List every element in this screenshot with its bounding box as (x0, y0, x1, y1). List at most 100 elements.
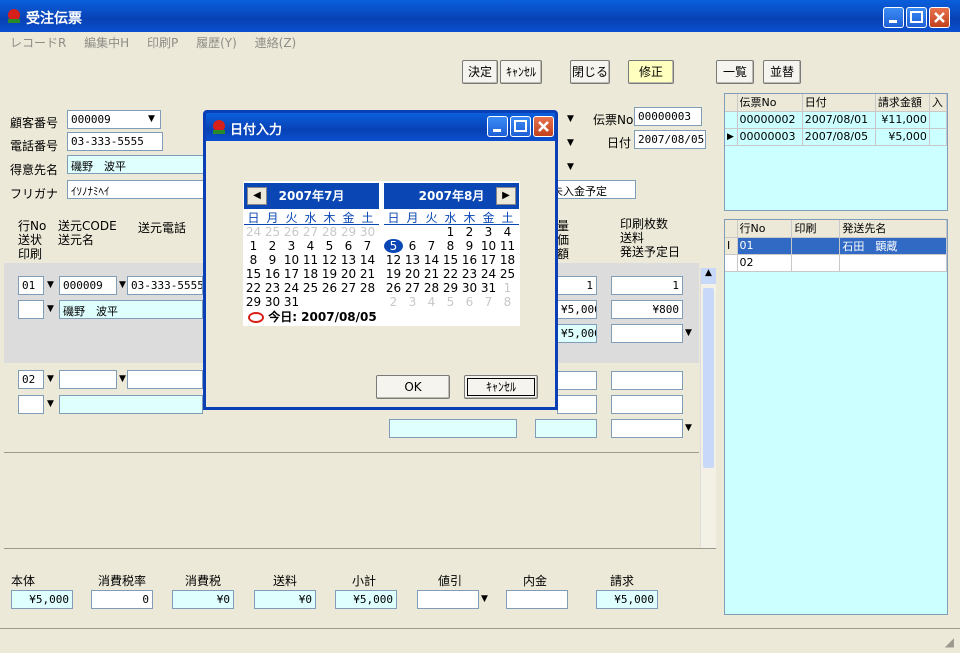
phone-field[interactable]: 03-333-5555 (67, 132, 163, 151)
month-title: 2007年8月 (418, 189, 485, 203)
phone-label: 電話番号 (10, 139, 59, 153)
decide-button[interactable]: 決定 (462, 60, 498, 84)
ship-status-field[interactable] (18, 395, 44, 414)
ok-button[interactable]: OK (376, 375, 450, 399)
app-icon (213, 120, 225, 134)
chevron-down-icon[interactable]: ▼ (47, 399, 54, 409)
detail-scrollbar[interactable]: ▲ (700, 268, 716, 548)
print-count-field[interactable] (611, 371, 683, 390)
maximize-button[interactable] (510, 116, 531, 137)
scroll-thumb[interactable] (703, 288, 714, 468)
chevron-down-icon[interactable]: ▼ (481, 594, 488, 604)
scroll-up-icon[interactable]: ▲ (701, 268, 716, 284)
chevron-down-icon[interactable]: ▼ (685, 328, 692, 338)
selected-day[interactable]: 5 (384, 239, 403, 253)
ship-status-field[interactable] (18, 300, 44, 319)
from-name-field[interactable]: 磯野 波平 (59, 300, 203, 319)
destination-grid[interactable]: 行No 印刷 発送先名 I 01 石田 顕蔵 02 (724, 219, 948, 615)
ship-date-field[interactable] (611, 419, 683, 438)
from-code-field[interactable] (59, 370, 117, 389)
minimize-button[interactable] (883, 7, 904, 28)
slip-no-field[interactable]: 00000003 (634, 107, 702, 126)
chevron-down-icon[interactable]: ▼ (567, 138, 574, 148)
print-count-field[interactable]: 1 (611, 276, 683, 295)
deposit-field[interactable] (506, 590, 568, 609)
customer-no-field[interactable]: 000009 (67, 110, 161, 129)
chevron-down-icon[interactable]: ▼ (119, 374, 126, 384)
menu-contact[interactable]: 連絡(Z) (255, 36, 297, 50)
cancel-button[interactable]: ｷｬﾝｾﾙ (500, 60, 542, 84)
maximize-button[interactable] (906, 7, 927, 28)
kana-label: フリガナ (10, 187, 59, 201)
chevron-down-icon[interactable]: ▼ (567, 162, 574, 172)
minimize-button[interactable] (487, 116, 508, 137)
dialog-title: 日付入力 (230, 123, 283, 138)
date-field[interactable]: 2007/08/05 (634, 130, 706, 149)
divider (4, 452, 699, 453)
qty-field[interactable]: 1 (557, 276, 597, 295)
total-body-field[interactable]: ¥5,000 (11, 590, 73, 609)
shipping-total-label: 送料 (273, 574, 298, 588)
sort-button[interactable]: 並替 (763, 60, 801, 84)
price-field[interactable]: ¥5,000 (557, 300, 597, 319)
chevron-down-icon[interactable]: ▼ (47, 280, 54, 290)
table-row[interactable]: ▶ 00000003 2007/08/05 ¥5,000 (725, 128, 948, 146)
table-row[interactable]: 00000002 2007/08/01 ¥11,000 (725, 111, 948, 129)
subtotal-label: 小計 (352, 574, 377, 588)
from-phone-field[interactable]: 03-333-5555 (127, 276, 203, 295)
close-dialog-button[interactable] (533, 116, 554, 137)
resize-grip-icon[interactable]: ◢ (945, 635, 954, 649)
menu-record[interactable]: レコードR (10, 36, 66, 50)
from-code-field[interactable]: 000009 (59, 276, 117, 295)
mode-indicator: 修正 (628, 60, 674, 84)
client-name-field[interactable]: 磯野 波平 (67, 155, 207, 174)
dialog-cancel-button[interactable]: ｷｬﾝｾﾙ (464, 375, 538, 399)
window-title: 受注伝票 (26, 11, 82, 27)
chevron-down-icon[interactable]: ▼ (47, 374, 54, 384)
dialog-title-bar: 日付入力 (206, 113, 555, 141)
billing-field[interactable]: ¥5,000 (596, 590, 658, 609)
price-field[interactable] (557, 395, 597, 414)
menu-edit[interactable]: 編集中H (84, 36, 129, 50)
shipping-total-field[interactable]: ¥0 (254, 590, 316, 609)
from-name-field[interactable] (59, 395, 203, 414)
from-phone-field[interactable] (127, 370, 203, 389)
row-no-field[interactable]: 01 (18, 276, 44, 295)
slip-list-grid[interactable]: 伝票No 日付 請求金額入 00000002 2007/08/01 ¥11,000 ▶ 0… (724, 93, 948, 211)
memo-field[interactable] (389, 419, 517, 438)
row-no-field[interactable]: 02 (18, 370, 44, 389)
chevron-down-icon[interactable]: ▼ (47, 304, 54, 314)
shipping-field[interactable]: ¥800 (611, 300, 683, 319)
amount-field[interactable]: ¥5,000 (557, 324, 597, 343)
discount-label: 値引 (438, 574, 463, 588)
today-link[interactable]: 今日: 2007/08/05 (248, 308, 377, 325)
payment-plan-field[interactable]: 未入金予定 (548, 180, 636, 199)
list-button[interactable]: 一覧 (716, 60, 754, 84)
close-window-button[interactable] (929, 7, 950, 28)
qty-header: 量価額 (557, 219, 570, 261)
subtotal-field[interactable]: ¥5,000 (335, 590, 397, 609)
chevron-down-icon[interactable]: ▼ (148, 114, 155, 124)
tax-field[interactable]: ¥0 (172, 590, 234, 609)
kana-field[interactable]: ｲｿﾉﾅﾐﾍｲ (67, 180, 207, 199)
close-button[interactable]: 閉じる (570, 60, 610, 84)
from-phone-header: 送元電話 (138, 221, 187, 235)
menu-print[interactable]: 印刷P (147, 36, 178, 50)
next-month-icon[interactable]: ▶ (496, 187, 516, 205)
table-row[interactable]: I 01 石田 顕蔵 (725, 237, 947, 255)
chevron-down-icon[interactable]: ▼ (119, 280, 126, 290)
shipping-field[interactable] (611, 395, 683, 414)
tax-rate-field[interactable]: 0 (91, 590, 153, 609)
table-row[interactable]: 02 (725, 254, 947, 272)
chevron-down-icon[interactable]: ▼ (567, 114, 574, 124)
amount-field[interactable] (535, 419, 597, 438)
chevron-down-icon[interactable]: ▼ (685, 423, 692, 433)
prev-month-icon[interactable]: ◀ (247, 187, 267, 205)
ship-date-field[interactable] (611, 324, 683, 343)
menu-history[interactable]: 履歴(Y) (196, 36, 237, 50)
calendar-july: ◀ 2007年7月 日月火水木金土 24 25 26 27 28 29 30 1234567 … (244, 183, 379, 309)
app-icon (8, 9, 20, 23)
discount-field[interactable] (417, 590, 479, 609)
slip-no-label: 伝票No (593, 113, 634, 127)
qty-field[interactable] (557, 371, 597, 390)
